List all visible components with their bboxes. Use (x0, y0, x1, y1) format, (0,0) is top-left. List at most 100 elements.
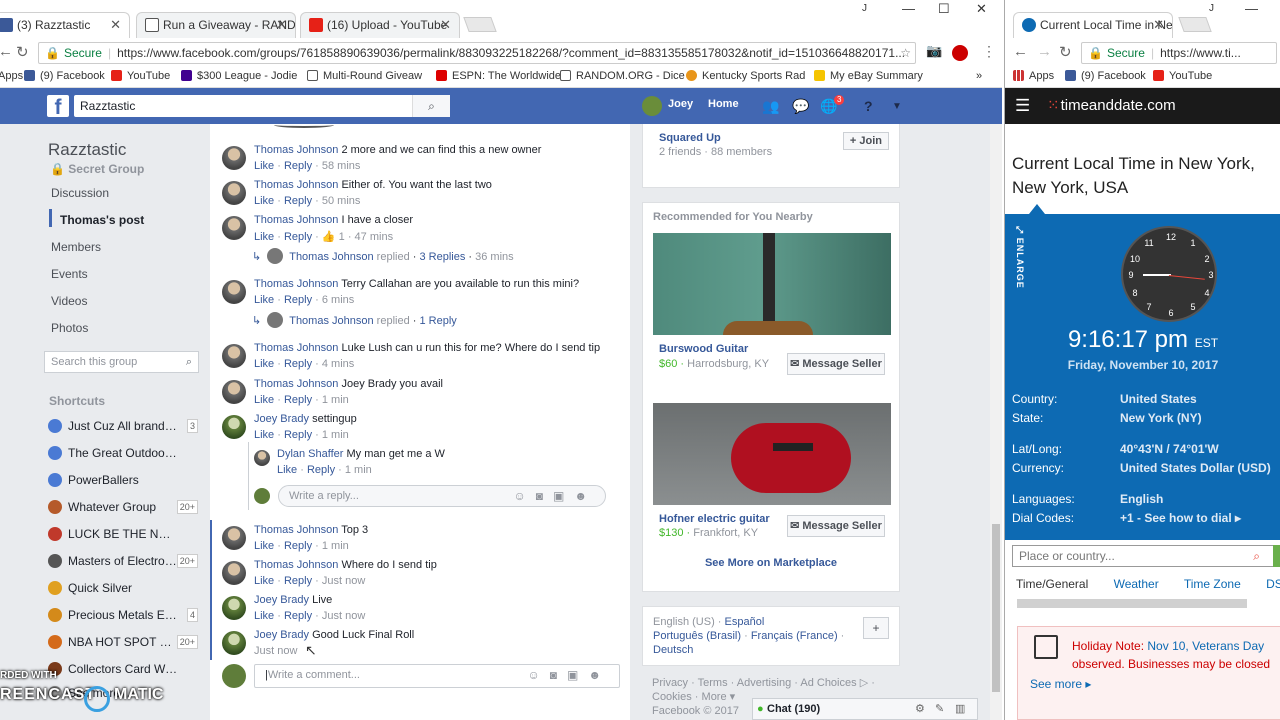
avatar[interactable] (222, 380, 246, 404)
camera-icon[interactable]: 📷 (926, 43, 942, 59)
shortcut-item[interactable]: Masters of Electron... 20+ (48, 553, 198, 571)
tab-weather[interactable]: Weather (1114, 577, 1159, 591)
like-link[interactable]: Like (254, 540, 274, 552)
reply-link[interactable]: Reply (284, 429, 312, 441)
close-tab-icon[interactable]: ✕ (110, 13, 121, 37)
reply-link[interactable]: Reply (284, 540, 312, 552)
replies-count-link[interactable]: 1 Reply (419, 315, 456, 327)
avatar[interactable] (222, 561, 246, 585)
reply-link[interactable]: Reply (284, 160, 312, 172)
forward-icon[interactable]: → (1037, 43, 1052, 60)
bookmark-dice[interactable]: RANDOM.ORG - Dice (560, 66, 685, 86)
avatar[interactable] (222, 596, 246, 620)
bookmark-apps[interactable]: Apps (0, 66, 23, 86)
nav-events[interactable]: Events (51, 267, 88, 281)
bookmark-youtube[interactable]: YouTube (111, 66, 170, 86)
like-link[interactable]: Like (254, 394, 274, 406)
tab-youtube[interactable]: (16) Upload - YouTube ✕ (300, 12, 460, 38)
like-link[interactable]: Like (254, 575, 274, 587)
reload-icon[interactable]: ↻ (1059, 43, 1072, 61)
nav-photos[interactable]: Photos (51, 321, 88, 335)
like-link[interactable]: Like (254, 160, 274, 172)
like-link[interactable]: Like (254, 294, 274, 306)
shortcut-item[interactable]: The Great Outdoors! (48, 445, 198, 463)
tab-time-general[interactable]: Time/General (1016, 577, 1088, 591)
listing-title[interactable]: Hofner electric guitar (659, 513, 770, 525)
like-link[interactable]: Like (254, 195, 274, 207)
comment-author[interactable]: Joey Brady (254, 594, 309, 606)
avatar[interactable] (222, 344, 246, 368)
home-link[interactable]: Home (708, 98, 739, 110)
bookmark-ebay[interactable]: My eBay Summary (814, 66, 923, 86)
like-link[interactable]: Like (254, 610, 274, 622)
footer-link[interactable]: Privacy (652, 677, 688, 689)
footer-link[interactable]: Terms (698, 677, 728, 689)
bookmark-apps[interactable]: Apps (1013, 66, 1054, 86)
comment-author[interactable]: Dylan Shaffer (277, 448, 343, 460)
avatar[interactable] (222, 181, 246, 205)
write-reply-input[interactable]: Write a reply... ☺◙▣☻ (278, 485, 606, 507)
address-bar[interactable]: 🔒 Secure | https://www.ti... (1081, 42, 1277, 64)
bookmark-youtube[interactable]: YouTube (1153, 66, 1212, 86)
shortcut-item[interactable]: Quick Silver (48, 580, 198, 598)
reply-link[interactable]: Reply (284, 294, 312, 306)
comment-author[interactable]: Thomas Johnson (254, 278, 338, 290)
reload-icon[interactable]: ↻ (16, 43, 29, 61)
enlarge-button[interactable]: ⤢ ENLARGE (1015, 226, 1025, 289)
close-tab-icon[interactable]: ✕ (1153, 13, 1164, 37)
avatar[interactable] (254, 450, 270, 466)
nav-members[interactable]: Members (51, 240, 101, 254)
chat-bar[interactable]: ● Chat (190) ⚙ ✎ ▥ (752, 698, 978, 720)
comment-author[interactable]: Joey Brady (254, 413, 309, 425)
messenger-icon[interactable]: 💬 (792, 98, 809, 115)
new-tab-button[interactable] (463, 17, 497, 32)
message-seller-button[interactable]: ✉ Message Seller (787, 515, 885, 537)
avatar[interactable] (222, 415, 246, 439)
shortcut-item[interactable]: Whatever Group 20+ (48, 499, 198, 517)
avatar[interactable] (222, 280, 246, 304)
place-search-input[interactable]: Place or country... ⌕ (1012, 545, 1275, 567)
bookmark-league[interactable]: $300 League - Jodie (181, 66, 297, 86)
comment-author[interactable]: Thomas Johnson (254, 144, 338, 156)
message-seller-button[interactable]: ✉ Message Seller (787, 353, 885, 375)
search-icon[interactable]: ⌕ (1253, 546, 1260, 566)
horizontal-scrollbar[interactable] (1017, 599, 1247, 608)
reply-link[interactable]: Reply (284, 394, 312, 406)
page-scrollbar[interactable] (990, 124, 1002, 720)
facebook-logo-icon[interactable]: f (47, 95, 69, 119)
facebook-search-input[interactable]: Razztastic (74, 95, 450, 117)
language-link[interactable]: Español (725, 616, 765, 628)
footer-link[interactable]: Advertising (737, 677, 791, 689)
replies-summary[interactable]: ↳ Thomas Johnson replied · 3 Replies · 36… (252, 248, 514, 264)
reply-link[interactable]: Reply (284, 195, 312, 207)
avatar[interactable] (642, 96, 662, 116)
reply-link[interactable]: Reply (307, 464, 335, 476)
avatar[interactable] (222, 146, 246, 170)
join-group-button[interactable]: + Join (842, 132, 889, 150)
like-link[interactable]: Like (254, 231, 274, 243)
reply-link[interactable]: Reply (284, 610, 312, 622)
compose-icon[interactable]: ✎ (935, 699, 944, 719)
replies-count-link[interactable]: 3 Replies (419, 251, 465, 263)
comment-author[interactable]: Thomas Johnson (254, 179, 338, 191)
close-window-icon[interactable]: ✕ (976, 0, 987, 18)
see-more-marketplace-link[interactable]: See More on Marketplace (643, 557, 899, 569)
friend-requests-icon[interactable]: 👥 (762, 98, 779, 115)
footer-link[interactable]: Cookies (652, 691, 692, 703)
like-link[interactable]: Like (254, 358, 274, 370)
sidebar-icon[interactable]: ▥ (955, 699, 965, 719)
shortcut-item[interactable]: Precious Metals Exc... 4 (48, 607, 198, 625)
group-name[interactable]: Razztastic (48, 140, 126, 160)
like-reaction-icon[interactable]: 👍 (322, 231, 336, 243)
maximize-icon[interactable]: ☐ (938, 0, 950, 18)
guitar-image-1[interactable] (653, 233, 891, 335)
new-tab-button[interactable] (1178, 17, 1212, 32)
tab-time-zone[interactable]: Time Zone (1184, 577, 1241, 591)
scrollbar-thumb[interactable] (992, 524, 1000, 692)
tab-random-org[interactable]: Run a Giveaway - RAND ✕ (136, 12, 296, 38)
group-search-input[interactable]: Search this group ⌕ (44, 351, 199, 373)
bookmarks-overflow-icon[interactable]: » (976, 66, 982, 86)
bookmark-kentucky[interactable]: Kentucky Sports Rad (686, 66, 805, 86)
shortcut-item[interactable]: Just Cuz All brands ... 3 (48, 418, 198, 436)
reply-author[interactable]: Thomas Johnson (289, 251, 373, 263)
